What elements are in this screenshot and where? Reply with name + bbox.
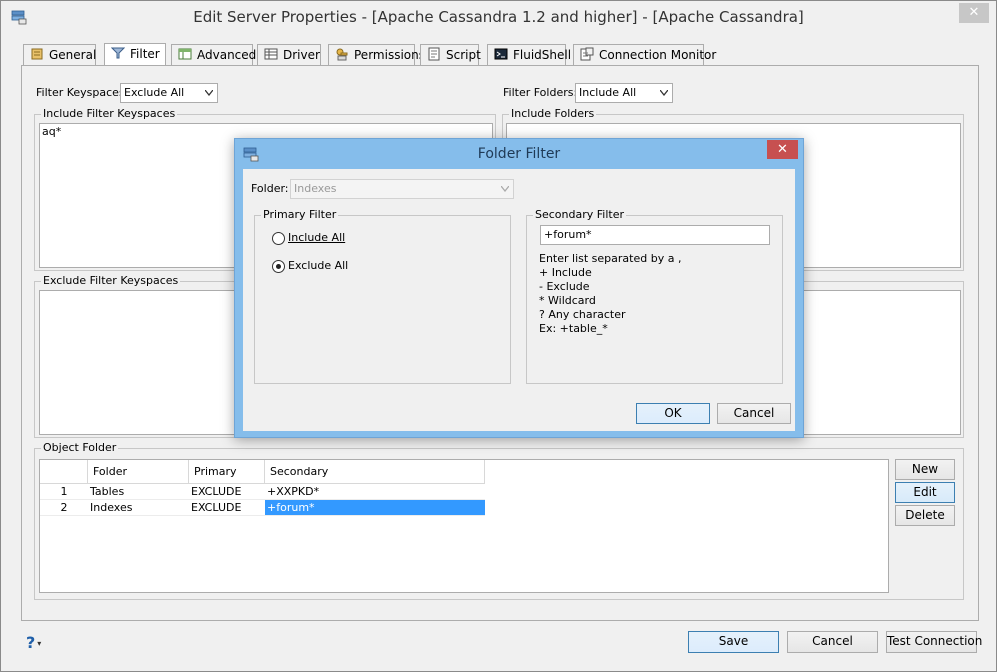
dialog-cancel-button[interactable]: Cancel [717, 403, 791, 424]
exclude-all-radio[interactable] [272, 260, 285, 273]
save-button[interactable]: Save [688, 631, 779, 653]
tab-label: Advanced [197, 48, 257, 62]
new-button[interactable]: New [895, 459, 955, 480]
title-bar: Edit Server Properties - [Apache Cassand… [1, 1, 996, 33]
include-keyspaces-text: aq* [42, 125, 62, 138]
advanced-icon [178, 48, 192, 60]
tab-filter[interactable]: Filter [104, 43, 166, 66]
folder-select: Indexes [290, 179, 514, 199]
tab-label: Permissions [354, 48, 425, 62]
primary-cell: EXCLUDE [189, 484, 265, 500]
tab-general[interactable]: General [23, 44, 96, 65]
secondary-filter-input[interactable]: +forum* [540, 225, 770, 245]
secondary-filter-title: Secondary Filter [533, 208, 626, 221]
tab-label: Driver [283, 48, 320, 62]
filter-keyspaces-value: Exclude All [124, 86, 185, 99]
ok-button[interactable]: OK [636, 403, 710, 424]
close-icon: ✕ [777, 142, 788, 157]
secondary-cell-selected[interactable]: +forum* [265, 500, 485, 516]
secondary-column-header[interactable]: Secondary [265, 460, 485, 484]
filter-keyspaces-label: Filter Keyspaces [36, 86, 125, 99]
tab-script[interactable]: Script [420, 44, 481, 65]
hint-line: * Wildcard [539, 294, 596, 307]
tab-label: Connection Monitor [599, 48, 717, 62]
permissions-icon [336, 48, 348, 61]
hint-line: Enter list separated by a , [539, 252, 682, 265]
secondary-filter-group: Secondary Filter +forum* Enter list sepa… [526, 208, 783, 384]
dropdown-arrow-icon: ▾ [37, 639, 42, 648]
chevron-down-icon [501, 186, 509, 192]
tab-label: Filter [130, 47, 160, 61]
folder-label: Folder: [251, 182, 289, 195]
help-icon: ? [26, 633, 36, 652]
tab-driver[interactable]: Driver [257, 44, 321, 65]
filter-folders-select[interactable]: Include All [575, 83, 673, 103]
window-close-button[interactable]: ✕ [959, 3, 989, 23]
close-icon: ✕ [968, 5, 980, 20]
object-folder-title: Object Folder [41, 441, 119, 454]
tab-fluidshell[interactable]: FluidShell [487, 44, 571, 65]
primary-filter-title: Primary Filter [261, 208, 339, 221]
exclude-keyspaces-title: Exclude Filter Keyspaces [41, 274, 181, 287]
script-icon [428, 47, 440, 61]
primary-column-header[interactable]: Primary [189, 460, 265, 484]
filter-folders-label: Filter Folders: [503, 86, 578, 99]
chevron-down-icon [205, 90, 213, 96]
filter-icon [111, 47, 125, 59]
hint-line: ? Any character [539, 308, 626, 321]
hint-line: Ex: +table_* [539, 322, 608, 335]
include-keyspaces-title: Include Filter Keyspaces [41, 107, 178, 120]
row-number: 2 [40, 500, 88, 516]
delete-button[interactable]: Delete [895, 505, 955, 526]
row-number: 1 [40, 484, 88, 500]
object-folder-group: Object Folder Folder Primary Secondary 1… [34, 441, 964, 600]
primary-cell: EXCLUDE [189, 500, 265, 516]
tab-label: Script [446, 48, 481, 62]
object-folder-table[interactable]: Folder Primary Secondary 1 Tables EXCLUD… [39, 459, 889, 593]
filter-keyspaces-select[interactable]: Exclude All [120, 83, 218, 103]
dialog-close-button[interactable]: ✕ [767, 140, 798, 159]
chevron-down-icon [660, 90, 668, 96]
secondary-filter-value: +forum* [544, 228, 592, 241]
tab-connection-monitor[interactable]: Connection Monitor [573, 44, 716, 65]
include-folders-title: Include Folders [509, 107, 597, 120]
tab-permissions[interactable]: Permissions [328, 44, 425, 65]
exclude-all-label[interactable]: Exclude All [288, 259, 348, 272]
window-title: Edit Server Properties - [Apache Cassand… [193, 8, 804, 26]
secondary-cell: +XXPKD* [265, 484, 485, 500]
edit-button[interactable]: Edit [895, 482, 955, 503]
folder-select-value: Indexes [294, 182, 337, 195]
include-all-label[interactable]: Include All [288, 231, 345, 244]
folder-cell: Indexes [88, 500, 189, 516]
tab-label: General [49, 48, 97, 62]
driver-icon [264, 48, 278, 60]
cancel-button[interactable]: Cancel [787, 631, 878, 653]
hint-line: - Exclude [539, 280, 590, 293]
row-number-header [40, 460, 88, 484]
main-window: Edit Server Properties - [Apache Cassand… [0, 0, 997, 672]
connection-monitor-icon [580, 47, 594, 61]
fluidshell-icon [494, 48, 508, 60]
folder-column-header[interactable]: Folder [88, 460, 189, 484]
tab-advanced[interactable]: Advanced [171, 44, 257, 65]
folder-filter-dialog: Folder Filter ✕ Folder: Indexes Primary … [234, 138, 804, 438]
test-connection-button[interactable]: Test Connection [886, 631, 982, 653]
include-all-radio[interactable] [272, 232, 285, 245]
dialog-title: Folder Filter [477, 146, 561, 162]
tab-label: FluidShell [513, 48, 572, 62]
folder-cell: Tables [88, 484, 189, 500]
hint-line: + Include [539, 266, 592, 279]
filter-folders-value: Include All [579, 86, 637, 99]
general-icon [31, 48, 43, 60]
dialog-body: Folder: Indexes Primary Filter Include A… [243, 169, 795, 431]
help-button[interactable]: ? ▾ [26, 633, 41, 652]
primary-filter-group: Primary Filter Include All Exclude All [254, 208, 511, 384]
